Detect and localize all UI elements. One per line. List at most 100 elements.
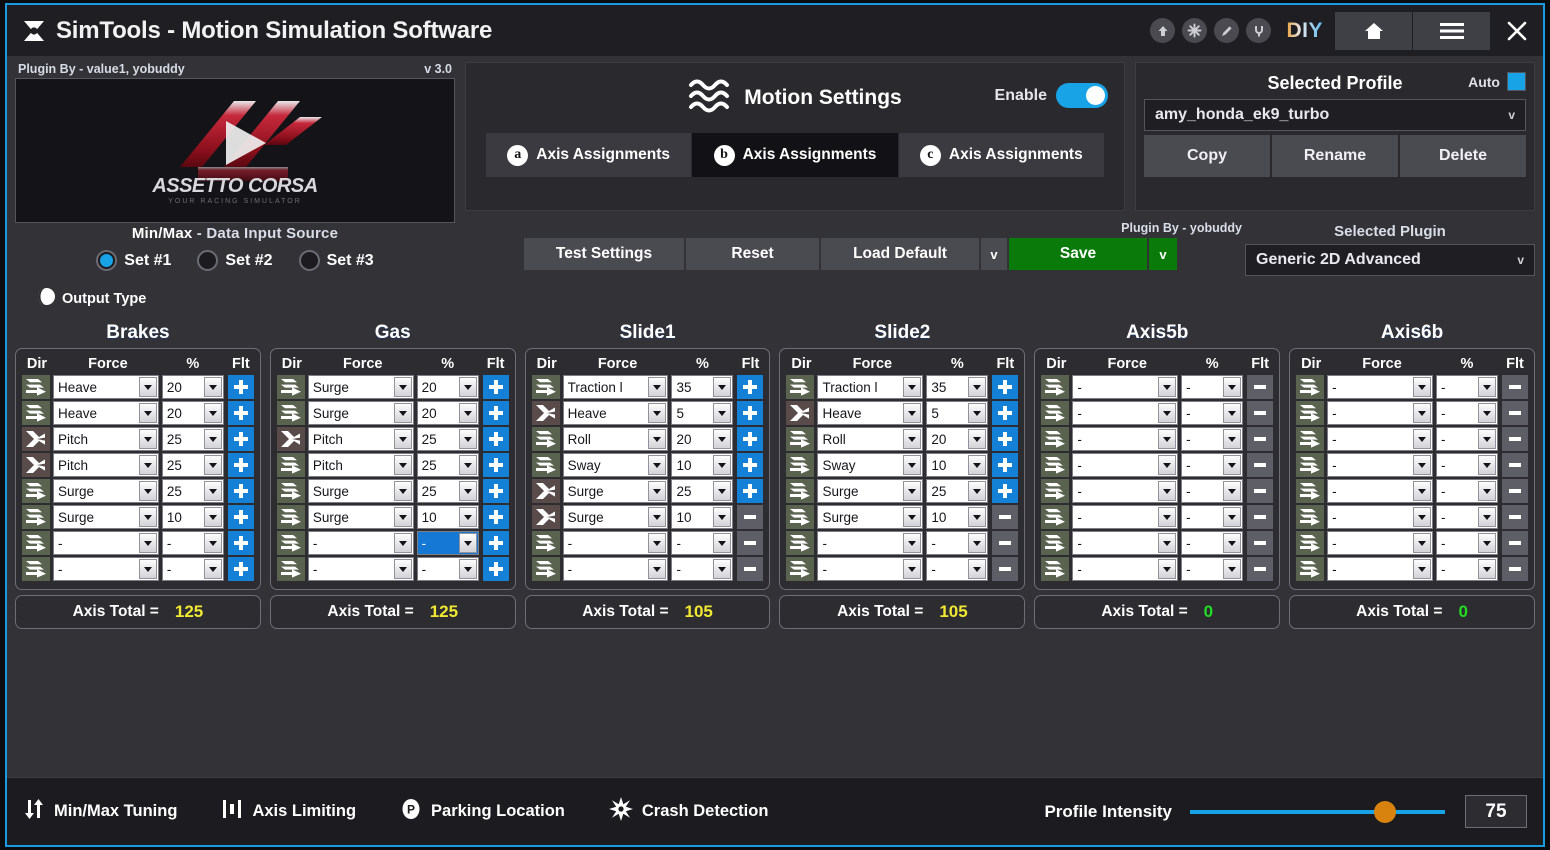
direction-straight-icon[interactable]	[531, 375, 560, 399]
chevron-down-icon[interactable]	[903, 507, 922, 527]
filter-minus-button[interactable]	[992, 505, 1019, 529]
tab-axis-assignments-c[interactable]: c Axis Assignments	[898, 133, 1104, 177]
force-dropdown[interactable]: Traction l	[562, 375, 669, 399]
force-dropdown[interactable]: -	[1327, 531, 1433, 555]
profile-intensity-value[interactable]: 75	[1465, 795, 1527, 828]
chevron-down-icon[interactable]	[1477, 377, 1496, 397]
filter-plus-button[interactable]	[992, 479, 1019, 503]
direction-cross-icon[interactable]	[276, 427, 305, 451]
enable-toggle-group[interactable]: Enable	[995, 83, 1108, 108]
copy-profile-button[interactable]: Copy	[1144, 135, 1272, 177]
force-dropdown[interactable]: Surge	[53, 479, 159, 503]
force-dropdown[interactable]: -	[1072, 557, 1179, 581]
filter-minus-button[interactable]	[1501, 479, 1528, 503]
chevron-down-icon[interactable]	[1223, 403, 1242, 423]
direction-straight-icon[interactable]	[786, 479, 815, 503]
force-dropdown[interactable]: -	[307, 557, 414, 581]
force-dropdown[interactable]: Surge	[53, 505, 159, 529]
force-dropdown[interactable]: -	[1327, 375, 1433, 399]
chevron-down-icon[interactable]	[968, 481, 987, 501]
percent-dropdown[interactable]: -	[1181, 375, 1244, 399]
filter-minus-button[interactable]	[1501, 505, 1528, 529]
direction-straight-icon[interactable]	[786, 505, 815, 529]
chevron-down-icon[interactable]	[458, 507, 477, 527]
chevron-down-icon[interactable]	[1158, 429, 1177, 449]
percent-dropdown[interactable]: 10	[161, 505, 224, 529]
direction-straight-icon[interactable]	[276, 401, 305, 425]
direction-cross-icon[interactable]	[22, 453, 50, 477]
chevron-down-icon[interactable]	[138, 559, 157, 579]
force-dropdown[interactable]: Sway	[562, 453, 669, 477]
filter-minus-button[interactable]	[1501, 557, 1528, 581]
chevron-down-icon[interactable]	[203, 533, 222, 553]
chevron-down-icon[interactable]	[1223, 481, 1242, 501]
chevron-down-icon[interactable]	[203, 507, 222, 527]
force-dropdown[interactable]: -	[1072, 427, 1179, 451]
chevron-down-icon[interactable]	[648, 507, 667, 527]
direction-straight-icon[interactable]	[786, 557, 815, 581]
direction-straight-icon[interactable]	[531, 427, 560, 451]
chevron-down-icon[interactable]	[1412, 429, 1431, 449]
filter-plus-button[interactable]	[227, 479, 254, 503]
chevron-down-icon[interactable]	[458, 533, 477, 553]
force-dropdown[interactable]: Heave	[53, 375, 159, 399]
chevron-down-icon[interactable]	[1158, 481, 1177, 501]
filter-minus-button[interactable]	[1247, 479, 1274, 503]
chevron-down-icon[interactable]	[1412, 377, 1431, 397]
percent-dropdown[interactable]: -	[1181, 453, 1244, 477]
force-dropdown[interactable]: -	[562, 557, 669, 581]
force-dropdown[interactable]: -	[307, 531, 414, 555]
force-dropdown[interactable]: Surge	[307, 479, 414, 503]
filter-plus-button[interactable]	[227, 375, 254, 399]
percent-dropdown[interactable]: -	[416, 557, 479, 581]
direction-straight-icon[interactable]	[1296, 557, 1325, 581]
chevron-down-icon[interactable]	[968, 533, 987, 553]
filter-plus-button[interactable]	[482, 427, 509, 451]
chevron-down-icon[interactable]	[713, 377, 732, 397]
force-dropdown[interactable]: Heave	[562, 401, 669, 425]
direction-straight-icon[interactable]	[1296, 401, 1325, 425]
chevron-down-icon[interactable]	[1223, 377, 1242, 397]
filter-plus-button[interactable]	[737, 375, 764, 399]
percent-dropdown[interactable]: -	[1435, 453, 1498, 477]
chevron-down-icon[interactable]	[393, 455, 412, 475]
chevron-down-icon[interactable]	[648, 533, 667, 553]
chevron-down-icon[interactable]	[648, 403, 667, 423]
direction-straight-icon[interactable]	[1041, 505, 1070, 529]
chevron-down-icon[interactable]	[1412, 533, 1431, 553]
filter-minus-button[interactable]	[992, 531, 1019, 555]
filter-minus-button[interactable]	[1501, 427, 1528, 451]
filter-plus-button[interactable]	[227, 453, 254, 477]
chevron-down-icon[interactable]	[1158, 455, 1177, 475]
direction-straight-icon[interactable]	[1296, 505, 1325, 529]
delete-profile-button[interactable]: Delete	[1400, 135, 1526, 177]
force-dropdown[interactable]: Roll	[817, 427, 924, 451]
filter-minus-button[interactable]	[1247, 375, 1274, 399]
direction-straight-icon[interactable]	[1041, 453, 1070, 477]
chevron-down-icon[interactable]	[713, 455, 732, 475]
filter-minus-button[interactable]	[992, 557, 1019, 581]
chevron-down-icon[interactable]	[203, 455, 222, 475]
percent-dropdown[interactable]: -	[1435, 531, 1498, 555]
filter-minus-button[interactable]	[737, 505, 764, 529]
direction-straight-icon[interactable]	[1296, 479, 1325, 503]
filter-plus-button[interactable]	[737, 453, 764, 477]
direction-straight-icon[interactable]	[531, 453, 560, 477]
direction-straight-icon[interactable]	[22, 505, 50, 529]
load-default-button[interactable]: Load Default	[821, 238, 981, 270]
direction-cross-icon[interactable]	[786, 401, 815, 425]
direction-straight-icon[interactable]	[276, 505, 305, 529]
percent-dropdown[interactable]: -	[161, 557, 224, 581]
filter-minus-button[interactable]	[1247, 453, 1274, 477]
percent-dropdown[interactable]: 10	[671, 505, 734, 529]
force-dropdown[interactable]: Surge	[307, 401, 414, 425]
chevron-down-icon[interactable]	[1412, 403, 1431, 423]
chevron-down-icon[interactable]	[713, 403, 732, 423]
force-dropdown[interactable]: -	[1327, 479, 1433, 503]
filter-plus-button[interactable]	[227, 427, 254, 451]
radio-dot-set-2[interactable]	[197, 250, 219, 271]
percent-dropdown[interactable]: 5	[671, 401, 734, 425]
force-dropdown[interactable]: Surge	[307, 375, 414, 399]
filter-plus-button[interactable]	[482, 479, 509, 503]
asterisk-circle-icon[interactable]	[1182, 18, 1208, 43]
